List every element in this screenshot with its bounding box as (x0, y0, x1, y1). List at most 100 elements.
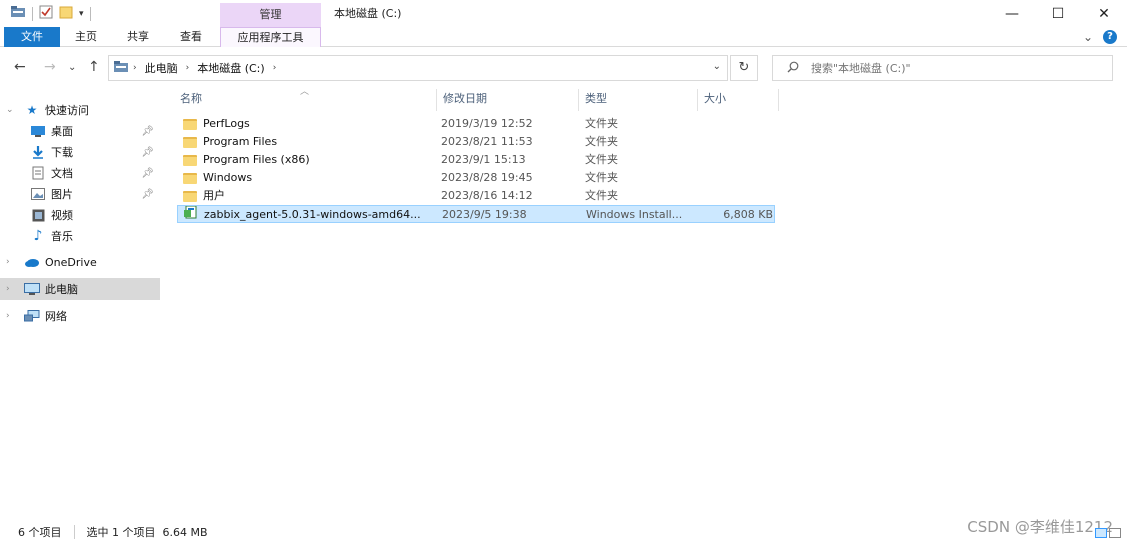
pin-icon[interactable]: 📌︎ (141, 147, 154, 158)
file-size (697, 115, 772, 133)
minimize-button[interactable]: — (989, 0, 1035, 27)
computer-icon (24, 282, 40, 296)
new-folder-icon[interactable] (59, 5, 73, 22)
download-arrow-icon (30, 145, 46, 159)
ribbon-right-controls: ⌄ ? (1083, 30, 1117, 44)
column-header-type[interactable]: 类型 (579, 89, 697, 109)
navigation-pane: ⌄ ★ 快速访问 桌面 📌︎ 下载 📌︎ 文档 📌︎ 图片 📌︎ 视频 ♪ 音乐… (0, 89, 162, 519)
file-date: 2023/8/16 14:12 (441, 189, 533, 202)
address-bar[interactable]: › 此电脑 › 本地磁盘 (C:) › ⌄ (108, 55, 728, 81)
quick-access-toolbar: ▾ (10, 5, 91, 22)
sidebar-item-desktop[interactable]: 桌面 📌︎ (0, 120, 160, 142)
file-type: 文件夹 (585, 117, 618, 130)
manage-context-tab[interactable]: 管理 (220, 3, 321, 27)
sidebar-item-quick-access[interactable]: ⌄ ★ 快速访问 (0, 99, 160, 121)
sidebar-item-label: 快速访问 (45, 104, 89, 117)
pin-icon[interactable]: 📌︎ (141, 168, 154, 179)
file-row-selected[interactable]: zabbix_agent-5.0.31-windows-amd64... 202… (177, 205, 775, 223)
column-header-name[interactable]: 名称 (174, 89, 436, 109)
window-title: 本地磁盘 (C:) (334, 7, 402, 20)
file-date: 2023/9/5 19:38 (442, 208, 527, 221)
sidebar-item-music[interactable]: ♪ 音乐 (0, 225, 160, 247)
sidebar-item-label: 此电脑 (45, 283, 78, 296)
file-list-pane: ︿ 名称 修改日期 类型 大小 PerfLogs 2019/3/19 12:52… (162, 87, 1127, 519)
sidebar-item-this-pc[interactable]: › 此电脑 (0, 278, 160, 300)
file-size: 6,808 KB (723, 208, 773, 221)
document-icon (30, 166, 46, 180)
sidebar-item-label: 桌面 (51, 125, 73, 138)
large-icons-view-icon[interactable] (1109, 528, 1121, 538)
folder-icon (183, 190, 197, 202)
file-name: Program Files (203, 135, 278, 148)
music-note-icon: ♪ (33, 228, 43, 244)
tab-home[interactable]: 主页 (62, 27, 110, 47)
sidebar-item-pictures[interactable]: 图片 📌︎ (0, 183, 160, 205)
customize-toolbar-icon[interactable]: ▾ (79, 9, 84, 19)
column-divider[interactable] (778, 89, 779, 111)
toolbar-separator (32, 6, 33, 21)
this-pc-small-icon (113, 60, 129, 77)
breadcrumb-this-pc[interactable]: 此电脑 (145, 60, 178, 76)
breadcrumb-chevron-icon[interactable]: › (273, 63, 277, 73)
tab-view[interactable]: 查看 (166, 27, 216, 47)
sidebar-item-label: 下载 (51, 146, 73, 159)
pin-icon[interactable]: 📌︎ (141, 189, 154, 200)
sidebar-item-label: 视频 (51, 209, 73, 222)
pictures-icon (30, 188, 46, 200)
search-input[interactable] (811, 61, 1091, 75)
pin-icon[interactable]: 📌︎ (141, 126, 154, 137)
explorer-app-icon[interactable] (10, 5, 26, 22)
tab-share[interactable]: 共享 (112, 27, 164, 47)
sidebar-item-videos[interactable]: 视频 (0, 204, 160, 226)
sidebar-item-label: 图片 (51, 188, 73, 201)
file-size (697, 133, 772, 151)
sidebar-item-label: 音乐 (51, 230, 73, 243)
file-size (697, 169, 772, 187)
file-row[interactable]: PerfLogs 2019/3/19 12:52 文件夹 (177, 115, 775, 133)
forward-button[interactable]: → (44, 59, 56, 75)
refresh-button[interactable]: ↻ (730, 55, 758, 81)
file-name-cell: Program Files (x86) (183, 151, 433, 169)
column-header-size[interactable]: 大小 (698, 89, 778, 109)
tab-application-tools[interactable]: 应用程序工具 (220, 27, 321, 47)
file-name-cell: zabbix_agent-5.0.31-windows-amd64... (184, 206, 434, 224)
close-button[interactable]: ✕ (1081, 0, 1127, 27)
file-row[interactable]: Windows 2023/8/28 19:45 文件夹 (177, 169, 775, 187)
column-header-date[interactable]: 修改日期 (437, 89, 579, 109)
sidebar-item-onedrive[interactable]: › OneDrive (0, 251, 160, 273)
maximize-button[interactable]: ☐ (1035, 0, 1081, 27)
sidebar-item-network[interactable]: › 网络 (0, 305, 160, 327)
breadcrumb-chevron-icon[interactable]: › (133, 63, 137, 73)
address-dropdown-icon[interactable]: ⌄ (713, 61, 721, 72)
tab-file[interactable]: 文件 (4, 27, 60, 47)
sidebar-item-documents[interactable]: 文档 📌︎ (0, 162, 160, 184)
file-row[interactable]: Program Files 2023/8/21 11:53 文件夹 (177, 133, 775, 151)
properties-icon[interactable] (39, 5, 53, 22)
item-count: 6 个项目 (18, 525, 62, 539)
msi-installer-icon (184, 206, 204, 224)
expand-chevron-icon[interactable]: › (6, 284, 18, 294)
search-box[interactable] (772, 55, 1113, 81)
file-date: 2023/8/28 19:45 (441, 171, 533, 184)
back-button[interactable]: ← (14, 59, 26, 75)
expand-chevron-icon[interactable]: › (6, 311, 18, 321)
sidebar-item-downloads[interactable]: 下载 📌︎ (0, 141, 160, 163)
help-icon[interactable]: ? (1103, 30, 1117, 44)
expand-chevron-icon[interactable]: › (6, 257, 18, 267)
file-type: 文件夹 (585, 171, 618, 184)
star-icon: ★ (26, 103, 38, 117)
expand-ribbon-icon[interactable]: ⌄ (1083, 30, 1093, 44)
collapse-chevron-icon[interactable]: ⌄ (6, 105, 18, 115)
recent-locations-button[interactable]: ⌄ (68, 62, 76, 73)
navigation-bar: ← → ⌄ ↑ › 此电脑 › 本地磁盘 (C:) › ⌄ ↻ (0, 47, 1127, 89)
breadcrumb-chevron-icon[interactable]: › (186, 63, 190, 73)
file-date: 2019/3/19 12:52 (441, 117, 533, 130)
breadcrumb-local-disk[interactable]: 本地磁盘 (C:) (197, 60, 264, 76)
up-button[interactable]: ↑ (88, 59, 100, 75)
file-row[interactable]: 用户 2023/8/16 14:12 文件夹 (177, 187, 775, 205)
file-size (697, 187, 772, 205)
folder-icon (183, 118, 197, 130)
file-row[interactable]: Program Files (x86) 2023/9/1 15:13 文件夹 (177, 151, 775, 169)
details-view-icon[interactable] (1095, 528, 1107, 538)
file-name: PerfLogs (203, 117, 250, 130)
